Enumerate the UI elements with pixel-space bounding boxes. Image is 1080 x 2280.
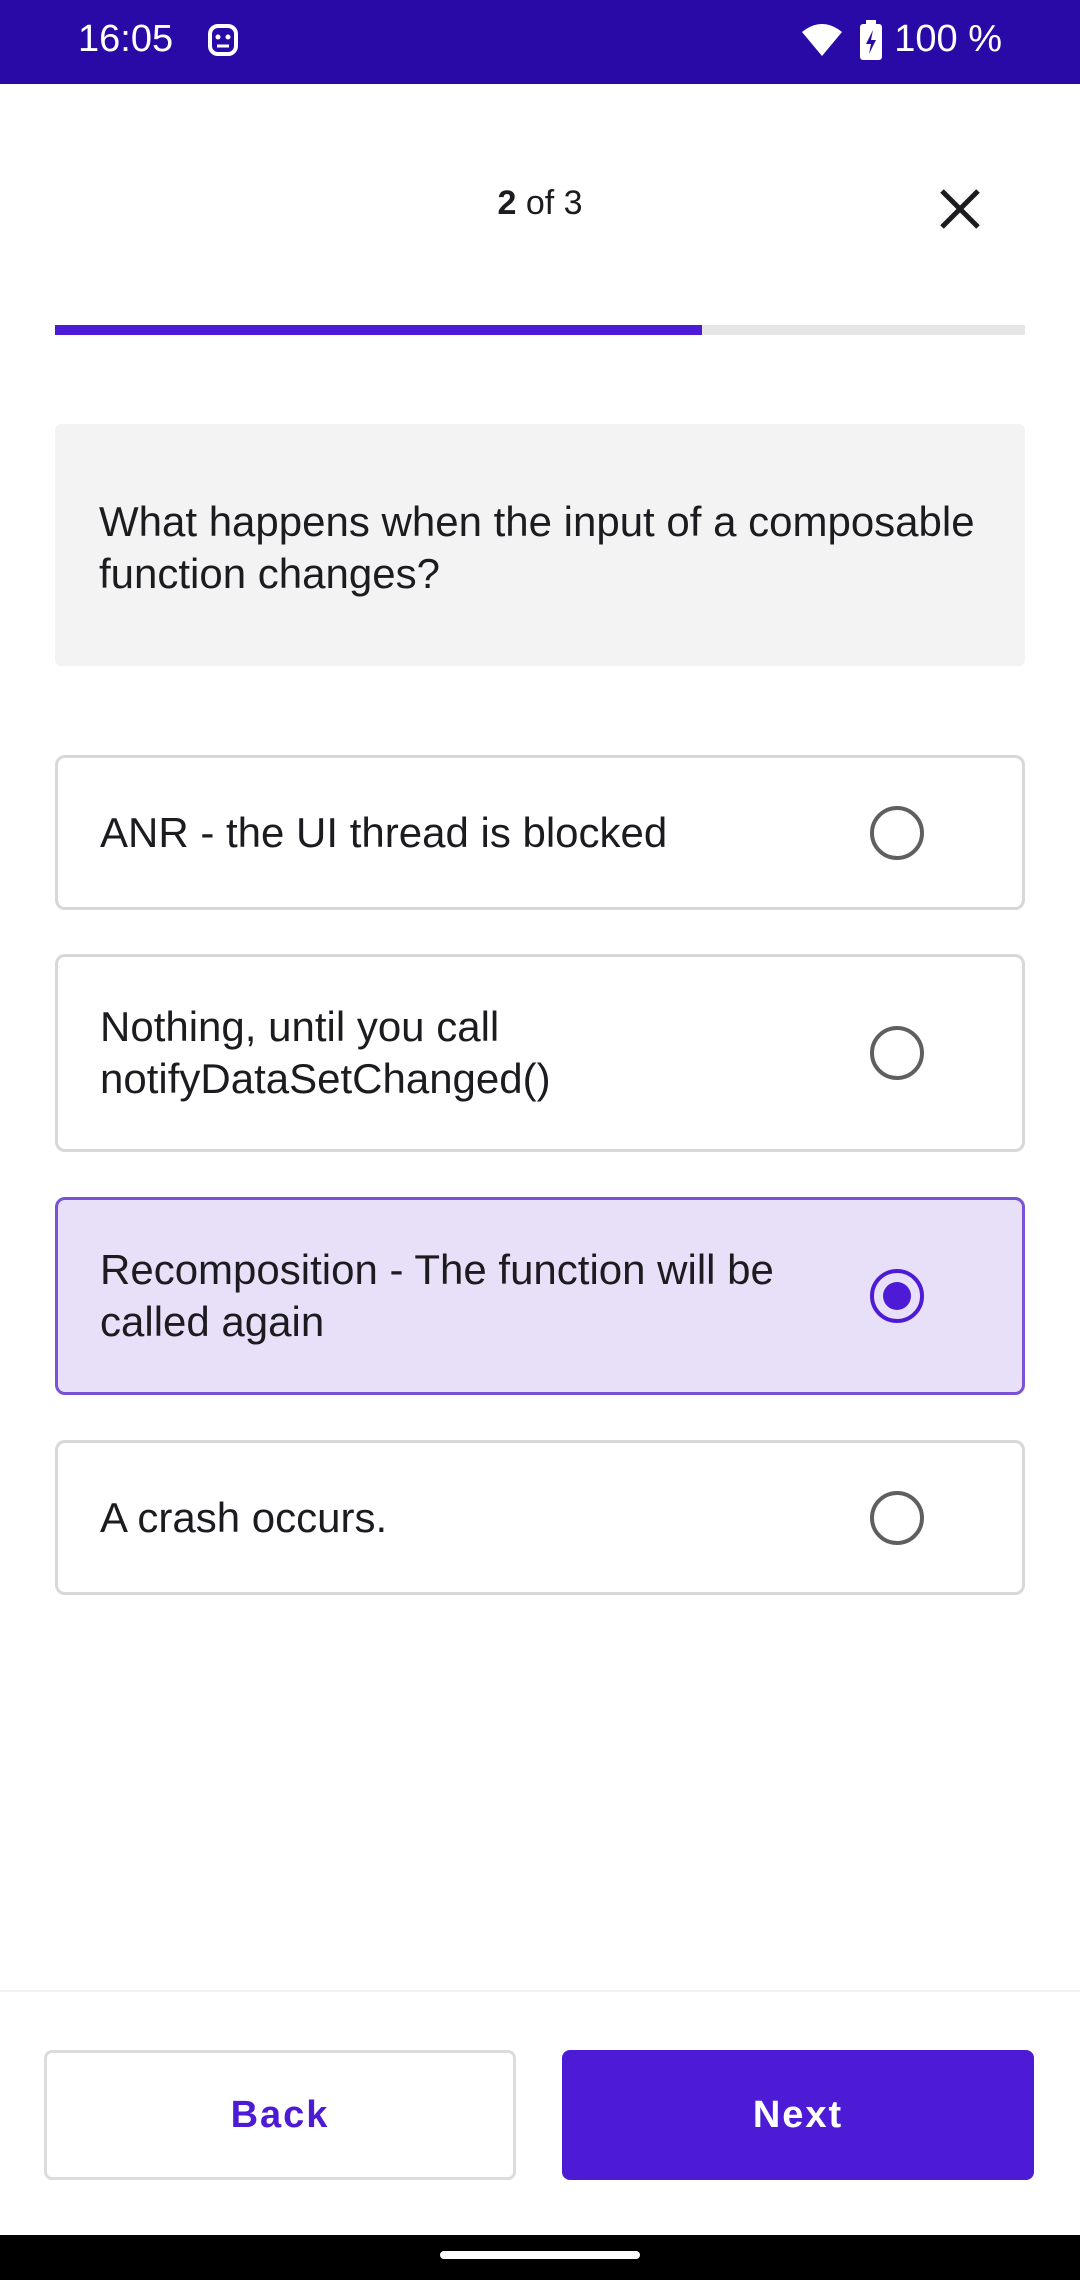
radio-button[interactable] <box>870 805 924 860</box>
status-time: 16:05 <box>78 18 174 60</box>
answer-option-3[interactable]: Recomposition - The function will be cal… <box>55 1197 1025 1395</box>
answer-option-label: Recomposition - The function will be cal… <box>100 1246 774 1345</box>
battery-charging-icon <box>858 18 884 67</box>
radio-button[interactable] <box>870 1269 924 1323</box>
bottom-divider <box>0 1990 1080 1992</box>
radio-button[interactable] <box>870 1490 924 1545</box>
status-bar: 16:05 100 % <box>0 0 1080 84</box>
battery-percentage: 100 % <box>894 18 1002 60</box>
robot-icon <box>205 18 241 67</box>
step-current: 2 <box>497 184 517 222</box>
step-total: of 3 <box>525 184 583 222</box>
step-indicator: 2 of 3 <box>0 184 1080 223</box>
back-button[interactable]: Back <box>44 2050 516 2180</box>
radio-button[interactable] <box>870 1026 924 1080</box>
quiz-header: 2 of 3 <box>0 84 1080 324</box>
close-icon <box>940 189 980 229</box>
wifi-icon <box>800 18 844 67</box>
progress-fill <box>55 325 702 335</box>
close-button[interactable] <box>930 179 990 239</box>
answer-option-4[interactable]: A crash occurs. <box>55 1440 1025 1595</box>
answer-option-1[interactable]: ANR - the UI thread is blocked <box>55 755 1025 910</box>
home-handle[interactable] <box>440 2251 640 2259</box>
answer-option-label: Nothing, until you call notifyDataSetCha… <box>100 1003 551 1102</box>
question-text: What happens when the input of a composa… <box>55 424 1025 666</box>
progress-bar <box>55 325 1025 335</box>
answer-option-label: A crash occurs. <box>100 1493 388 1541</box>
answer-option-label: ANR - the UI thread is blocked <box>100 808 668 856</box>
next-button[interactable]: Next <box>562 2050 1034 2180</box>
answer-option-2[interactable]: Nothing, until you call notifyDataSetCha… <box>55 954 1025 1152</box>
navigation-bar <box>0 2235 1080 2280</box>
